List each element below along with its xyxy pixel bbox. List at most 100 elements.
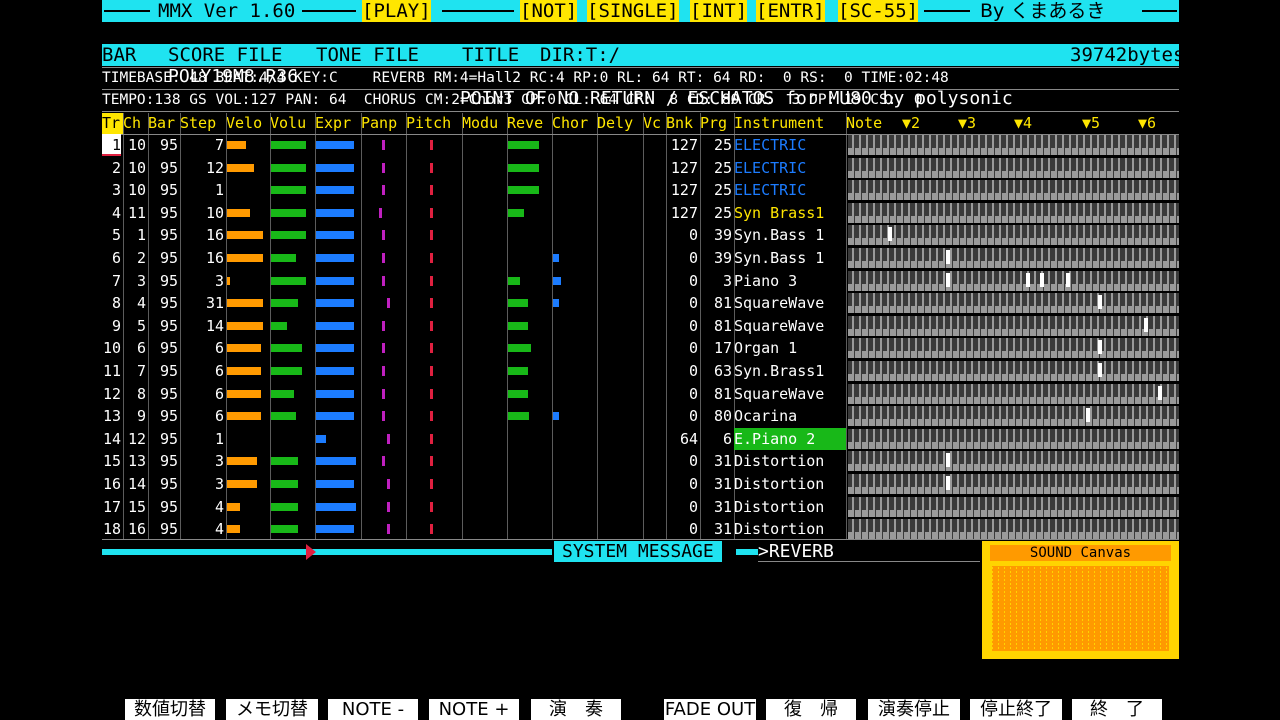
track-instrument[interactable]: Distortion	[734, 473, 846, 495]
track-tr-cell[interactable]: 18	[102, 518, 121, 540]
track-instrument[interactable]: E.Piano 2	[734, 428, 846, 450]
track-instrument[interactable]: Distortion	[734, 450, 846, 472]
function-key-6[interactable]: FADE OUT	[664, 699, 756, 720]
function-key-4[interactable]: NOTE +	[429, 699, 519, 720]
function-key-10[interactable]: 終 了	[1072, 699, 1162, 720]
track-bar-cell[interactable]: 95	[148, 383, 178, 405]
track-step-cell[interactable]: 16	[180, 247, 224, 269]
track-bnk-cell[interactable]: 127	[666, 157, 698, 179]
track-prg-cell[interactable]: 81	[700, 292, 732, 314]
menu-title[interactable]: TITLE	[462, 44, 519, 66]
track-ch-cell[interactable]: 3	[123, 270, 146, 292]
track-bnk-cell[interactable]: 64	[666, 428, 698, 450]
track-prg-cell[interactable]: 81	[700, 383, 732, 405]
track-instrument[interactable]: Distortion	[734, 496, 846, 518]
column-header-reve[interactable]: Reve	[507, 113, 552, 134]
track-bnk-cell[interactable]: 127	[666, 179, 698, 201]
track-instrument[interactable]: Distortion	[734, 518, 846, 540]
track-bar-cell[interactable]: 95	[148, 315, 178, 337]
column-header-tr[interactable]: Tr	[102, 113, 123, 134]
track-step-cell[interactable]: 3	[180, 270, 224, 292]
track-ch-cell[interactable]: 16	[123, 518, 146, 540]
column-header-instrument[interactable]: Instrument	[734, 113, 846, 134]
track-instrument[interactable]: SquareWave	[734, 383, 846, 405]
track-ch-cell[interactable]: 4	[123, 292, 146, 314]
track-bnk-cell[interactable]: 0	[666, 405, 698, 427]
track-prg-cell[interactable]: 31	[700, 450, 732, 472]
track-instrument[interactable]: Piano 3	[734, 270, 846, 292]
track-prg-cell[interactable]: 80	[700, 405, 732, 427]
track-instrument[interactable]: SquareWave	[734, 315, 846, 337]
track-prg-cell[interactable]: 17	[700, 337, 732, 359]
track-prg-cell[interactable]: 25	[700, 134, 732, 156]
track-instrument[interactable]: SquareWave	[734, 292, 846, 314]
track-step-cell[interactable]: 12	[180, 157, 224, 179]
track-tr-cell[interactable]: 1	[102, 134, 121, 156]
column-header-expr[interactable]: Expr	[315, 113, 361, 134]
track-tr-cell[interactable]: 10	[102, 337, 121, 359]
track-step-cell[interactable]: 16	[180, 224, 224, 246]
track-ch-cell[interactable]: 7	[123, 360, 146, 382]
track-bnk-cell[interactable]: 0	[666, 473, 698, 495]
track-bnk-cell[interactable]: 127	[666, 134, 698, 156]
track-bar-cell[interactable]: 95	[148, 157, 178, 179]
track-instrument[interactable]: ELECTRIC	[734, 179, 846, 201]
track-step-cell[interactable]: 4	[180, 518, 224, 540]
track-prg-cell[interactable]: 81	[700, 315, 732, 337]
track-prg-cell[interactable]: 6	[700, 428, 732, 450]
track-bnk-cell[interactable]: 0	[666, 247, 698, 269]
track-bnk-cell[interactable]: 0	[666, 315, 698, 337]
track-step-cell[interactable]: 14	[180, 315, 224, 337]
column-header-bnk[interactable]: Bnk	[666, 113, 700, 134]
track-tr-cell[interactable]: 13	[102, 405, 121, 427]
column-header-panp[interactable]: Panp	[361, 113, 406, 134]
track-ch-cell[interactable]: 9	[123, 405, 146, 427]
column-header-volu[interactable]: Volu	[270, 113, 315, 134]
column-header-velo[interactable]: Velo	[226, 113, 270, 134]
track-ch-cell[interactable]: 12	[123, 428, 146, 450]
track-prg-cell[interactable]: 31	[700, 473, 732, 495]
track-tr-cell[interactable]: 8	[102, 292, 121, 314]
column-header-step[interactable]: Step	[180, 113, 226, 134]
track-step-cell[interactable]: 31	[180, 292, 224, 314]
track-prg-cell[interactable]: 39	[700, 247, 732, 269]
track-step-cell[interactable]: 1	[180, 179, 224, 201]
function-key-1[interactable]: 数値切替	[125, 699, 215, 720]
position-marker[interactable]	[306, 544, 316, 560]
track-tr-cell[interactable]: 5	[102, 224, 121, 246]
track-tr-cell[interactable]: 2	[102, 157, 121, 179]
track-step-cell[interactable]: 7	[180, 134, 224, 156]
track-bar-cell[interactable]: 95	[148, 247, 178, 269]
track-bar-cell[interactable]: 95	[148, 292, 178, 314]
track-prg-cell[interactable]: 63	[700, 360, 732, 382]
track-ch-cell[interactable]: 14	[123, 473, 146, 495]
track-bar-cell[interactable]: 95	[148, 405, 178, 427]
track-prg-cell[interactable]: 31	[700, 496, 732, 518]
track-bnk-cell[interactable]: 0	[666, 496, 698, 518]
track-bar-cell[interactable]: 95	[148, 202, 178, 224]
track-bar-cell[interactable]: 95	[148, 450, 178, 472]
track-ch-cell[interactable]: 15	[123, 496, 146, 518]
track-step-cell[interactable]: 10	[180, 202, 224, 224]
track-step-cell[interactable]: 6	[180, 337, 224, 359]
track-tr-cell[interactable]: 3	[102, 179, 121, 201]
track-prg-cell[interactable]: 39	[700, 224, 732, 246]
function-key-7[interactable]: 復 帰	[766, 699, 856, 720]
track-tr-cell[interactable]: 7	[102, 270, 121, 292]
track-prg-cell[interactable]: 25	[700, 157, 732, 179]
track-tr-cell[interactable]: 14	[102, 428, 121, 450]
track-ch-cell[interactable]: 6	[123, 337, 146, 359]
column-header-pitch[interactable]: Pitch	[406, 113, 462, 134]
menu-score-file[interactable]: SCORE FILE	[168, 44, 282, 66]
column-header-prg[interactable]: Prg	[700, 113, 734, 134]
track-instrument[interactable]: ELECTRIC	[734, 157, 846, 179]
track-instrument[interactable]: Syn.Bass 1	[734, 247, 846, 269]
track-ch-cell[interactable]: 1	[123, 224, 146, 246]
column-header-vc[interactable]: Vc	[643, 113, 666, 134]
menu-dir[interactable]: DIR:T:/	[540, 44, 620, 66]
track-bnk-cell[interactable]: 0	[666, 383, 698, 405]
track-step-cell[interactable]: 4	[180, 496, 224, 518]
column-header-ch[interactable]: Ch	[123, 113, 148, 134]
track-instrument[interactable]: Syn Brass1	[734, 202, 846, 224]
track-step-cell[interactable]: 6	[180, 360, 224, 382]
